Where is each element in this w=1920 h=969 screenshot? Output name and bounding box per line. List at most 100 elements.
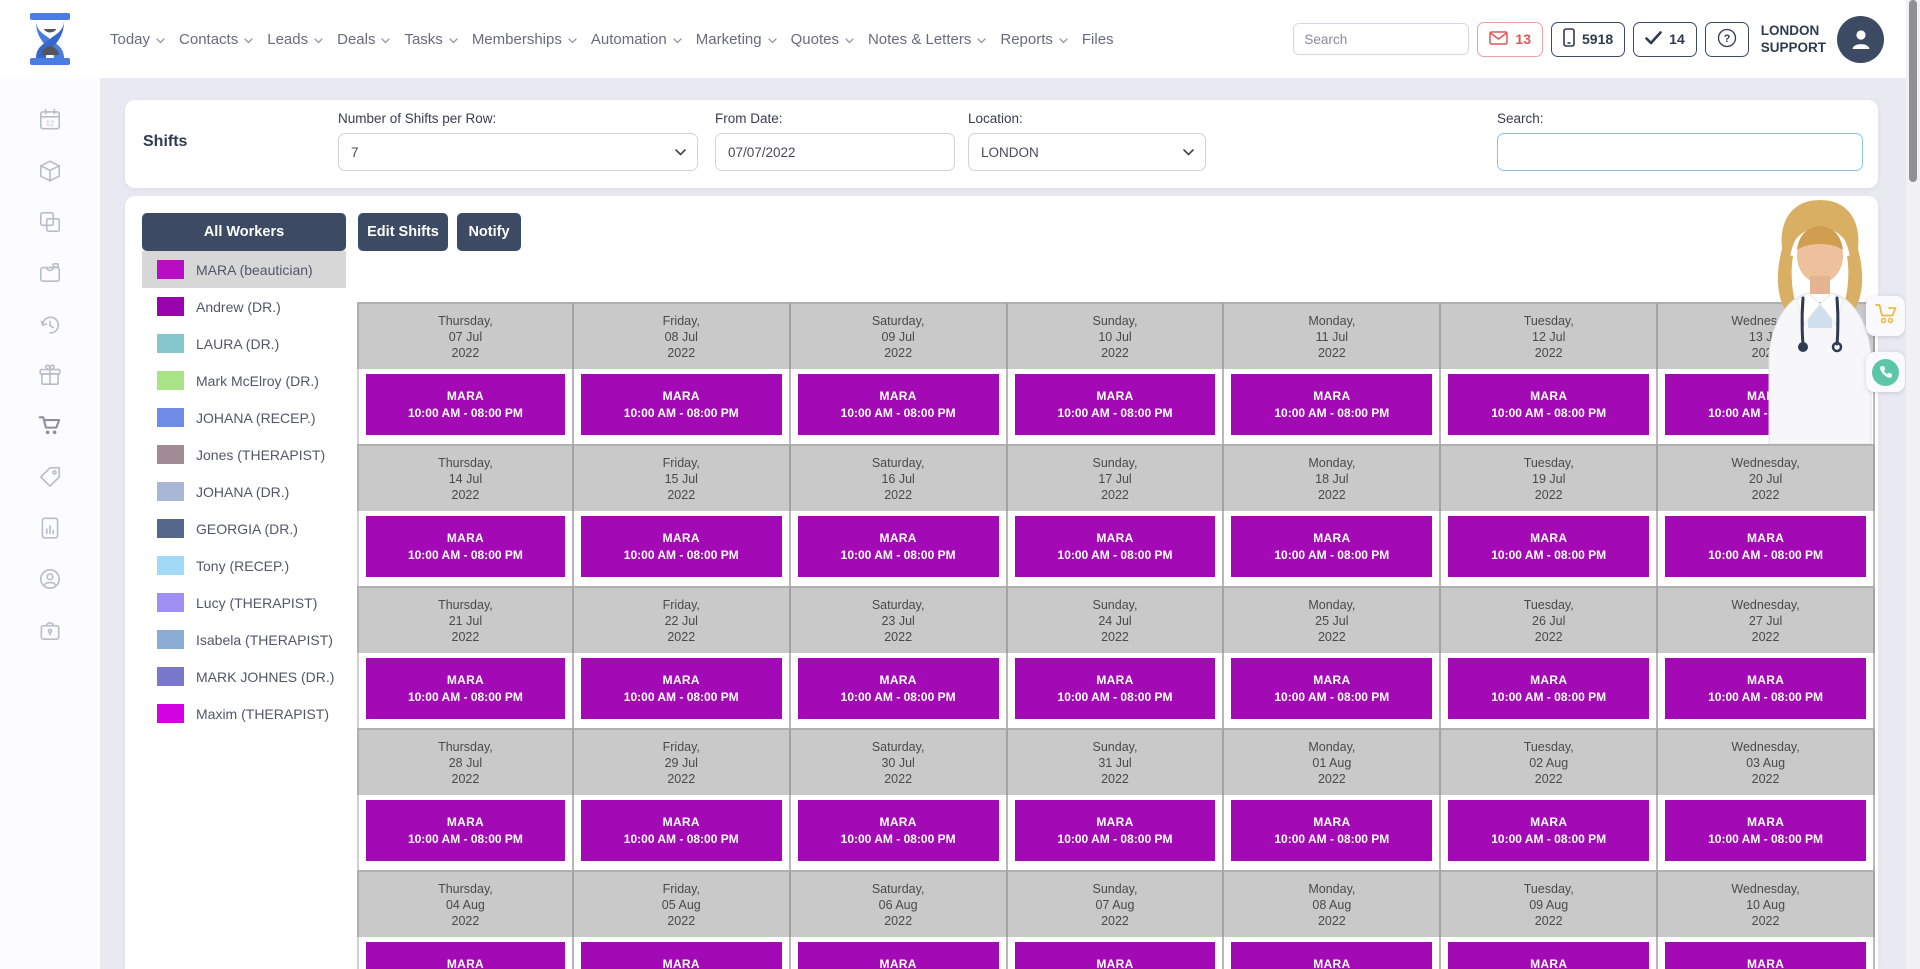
shift-block[interactable]: MARA10:00 AM - 08:00 PM [366,942,565,969]
day-header-year: 2022 [1008,487,1223,503]
chevron-down-icon [449,31,458,48]
worker-row-andrew-dr[interactable]: Andrew (DR.) [142,288,346,325]
all-workers-button[interactable]: All Workers [142,213,346,251]
menu-item-files[interactable]: Files [1082,31,1114,48]
shift-block[interactable]: MARA10:00 AM - 08:00 PM [581,516,782,577]
day-header-year: 2022 [574,771,789,787]
menu-item-memberships[interactable]: Memberships [472,31,577,48]
shift-block[interactable]: MARA10:00 AM - 08:00 PM [798,374,999,435]
worker-row-tony-recep[interactable]: Tony (RECEP.) [142,547,346,584]
worker-row-mara-beautician[interactable]: MARA (beautician) [142,251,346,288]
shift-block[interactable]: MARA10:00 AM - 08:00 PM [1231,942,1432,969]
check-icon [1645,31,1662,48]
edit-shifts-button[interactable]: Edit Shifts [358,213,448,251]
shift-block[interactable]: MARA10:00 AM - 08:00 PM [1665,658,1866,719]
menu-item-quotes[interactable]: Quotes [791,31,854,48]
worker-row-maxim-therapist[interactable]: Maxim (THERAPIST) [142,695,346,732]
shift-block[interactable]: MARA10:00 AM - 08:00 PM [1448,516,1649,577]
shift-block[interactable]: MARA10:00 AM - 08:00 PM [1231,800,1432,861]
notify-button[interactable]: Notify [457,213,521,251]
tasks-badge-button[interactable]: 14 [1633,22,1697,57]
camera-icon[interactable] [37,259,64,286]
worker-row-mark-johnes-dr[interactable]: MARK JOHNES (DR.) [142,658,346,695]
shift-block[interactable]: MARA10:00 AM - 08:00 PM [1665,800,1866,861]
shift-block[interactable]: MARA10:00 AM - 08:00 PM [798,942,999,969]
app-logo-hourglass-icon[interactable] [24,12,76,66]
page-scrollbar[interactable] [1906,0,1920,969]
worker-row-mark-mcelroy-dr[interactable]: Mark McElroy (DR.) [142,362,346,399]
menu-item-leads[interactable]: Leads [267,31,323,48]
shift-block[interactable]: MARA10:00 AM - 08:00 PM [1231,516,1432,577]
shift-block[interactable]: MARA10:00 AM - 08:00 PM [1231,658,1432,719]
menu-item-automation[interactable]: Automation [591,31,682,48]
shift-block[interactable]: MARA10:00 AM - 08:00 PM [366,374,565,435]
shift-block[interactable]: MARA10:00 AM - 08:00 PM [366,658,565,719]
day-header-year: 2022 [1658,629,1873,645]
cart-fab-button[interactable] [1866,296,1905,336]
day-header-weekday: Wednesday, [1658,881,1873,897]
search-input[interactable] [1294,24,1469,54]
worker-row-laura-dr[interactable]: LAURA (DR.) [142,325,346,362]
shift-block[interactable]: MARA10:00 AM - 08:00 PM [798,516,999,577]
worker-row-johana-recep[interactable]: JOHANA (RECEP.) [142,399,346,436]
shift-worker-name: MARA [880,815,917,829]
shift-block[interactable]: MARA10:00 AM - 08:00 PM [581,942,782,969]
shift-block[interactable]: MARA10:00 AM - 08:00 PM [1665,374,1866,435]
shift-block[interactable]: MARA10:00 AM - 08:00 PM [1231,374,1432,435]
shift-block[interactable]: MARA10:00 AM - 08:00 PM [798,658,999,719]
menu-item-today[interactable]: Today [110,31,165,48]
day-header-year: 2022 [359,487,572,503]
day-cell: MARA10:00 AM - 08:00 PM [1224,653,1441,728]
shift-block[interactable]: MARA10:00 AM - 08:00 PM [798,800,999,861]
gift-icon[interactable] [37,361,64,388]
report-icon[interactable] [37,514,64,541]
shift-block[interactable]: MARA10:00 AM - 08:00 PM [1448,658,1649,719]
avatar[interactable] [1837,16,1884,63]
shift-search-input[interactable] [1497,133,1863,171]
phone-fab-button[interactable] [1866,352,1905,392]
shift-block[interactable]: MARA10:00 AM - 08:00 PM [1665,942,1866,969]
shift-block[interactable]: MARA10:00 AM - 08:00 PM [1448,374,1649,435]
menu-item-marketing[interactable]: Marketing [696,31,777,48]
shift-block[interactable]: MARA10:00 AM - 08:00 PM [1665,516,1866,577]
pages-icon[interactable] [37,208,64,235]
menu-item-tasks[interactable]: Tasks [404,31,457,48]
worker-row-jones-therapist[interactable]: Jones (THERAPIST) [142,436,346,473]
help-button[interactable]: ? [1705,22,1749,57]
worker-row-lucy-therapist[interactable]: Lucy (THERAPIST) [142,584,346,621]
tag-icon[interactable] [37,463,64,490]
shift-block[interactable]: MARA10:00 AM - 08:00 PM [1015,942,1216,969]
shift-block[interactable]: MARA10:00 AM - 08:00 PM [581,800,782,861]
history-icon[interactable] [37,310,64,337]
worker-row-georgia-dr[interactable]: GEORGIA (DR.) [142,510,346,547]
from-date-input[interactable] [715,133,955,171]
shift-block[interactable]: MARA10:00 AM - 08:00 PM [1448,800,1649,861]
calendar-header-row: Thursday,14 Jul2022Friday,15 Jul2022Satu… [357,444,1875,511]
calendar-icon[interactable]: 12 [37,106,64,133]
shift-block[interactable]: MARA10:00 AM - 08:00 PM [581,374,782,435]
calendar-shift-row: MARA10:00 AM - 08:00 PMMARA10:00 AM - 08… [357,795,1875,870]
cart-icon[interactable] [37,412,64,439]
account-icon[interactable] [37,565,64,592]
shift-block[interactable]: MARA10:00 AM - 08:00 PM [366,800,565,861]
scrollbar-thumb[interactable] [1909,0,1917,182]
location-select[interactable]: LONDON [968,133,1206,171]
menu-item-reports[interactable]: Reports [1000,31,1068,48]
worker-row-isabela-therapist[interactable]: Isabela (THERAPIST) [142,621,346,658]
shift-block[interactable]: MARA10:00 AM - 08:00 PM [1015,374,1216,435]
menu-item-notes-letters[interactable]: Notes & Letters [868,31,986,48]
menu-item-contacts[interactable]: Contacts [179,31,253,48]
phone-badge-button[interactable]: 5918 [1551,22,1625,57]
mail-badge-button[interactable]: 13 [1477,22,1543,57]
worker-row-johana-dr[interactable]: JOHANA (DR.) [142,473,346,510]
shift-block[interactable]: MARA10:00 AM - 08:00 PM [366,516,565,577]
package-icon[interactable] [37,157,64,184]
shifts-per-row-select[interactable]: 7 [338,133,698,171]
shift-block[interactable]: MARA10:00 AM - 08:00 PM [1448,942,1649,969]
shift-block[interactable]: MARA10:00 AM - 08:00 PM [581,658,782,719]
menu-item-deals[interactable]: Deals [337,31,390,48]
shift-block[interactable]: MARA10:00 AM - 08:00 PM [1015,800,1216,861]
lock-icon[interactable] [37,616,64,643]
shift-block[interactable]: MARA10:00 AM - 08:00 PM [1015,658,1216,719]
shift-block[interactable]: MARA10:00 AM - 08:00 PM [1015,516,1216,577]
